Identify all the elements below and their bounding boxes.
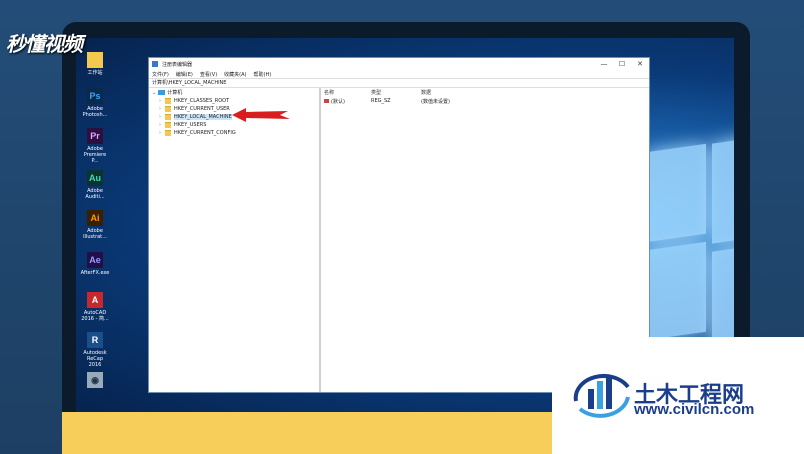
video-watermark: 秒懂视频 [6,32,83,56]
app-icon: Ai [87,210,103,226]
desktop-icon-label: Adobe Premiere P... [83,146,107,164]
value-name: (默认) [331,99,345,105]
menu-file[interactable]: 文件(F) [152,71,169,78]
desktop-icon-label: AfterFX.exe [80,270,110,276]
desktop-icon-label: 工作站 [87,70,103,76]
desktop-icon-label: Autodesk ReCap 2016 [83,350,107,368]
minimize-button[interactable]: — [595,60,613,68]
tree-item-label: HKEY_USERS [174,121,207,128]
app-icon: R [87,332,103,348]
desktop-icon[interactable]: R Autodesk ReCap 2016 [80,332,110,368]
tree-root[interactable]: ⌄ 计算机 [152,89,183,97]
tree-item-label: HKEY_LOCAL_MACHINE [174,113,232,120]
app-icon: Ae [87,252,103,268]
desktop-icon[interactable]: Au Adobe Auditi... [80,170,110,200]
app-icon: A [87,292,103,308]
tree-root-label: 计算机 [167,90,183,96]
desktop-icon[interactable]: Ai Adobe Illustrat... [80,210,110,240]
app-icon: Ps [87,88,103,104]
folder-icon [165,105,171,112]
desktop-icon-label: Adobe Illustrat... [83,228,107,240]
address-bar[interactable]: 计算机\HKEY_LOCAL_MACHINE [149,78,649,88]
menu-edit[interactable]: 编辑(E) [176,71,193,78]
folder-icon [165,113,171,120]
tree-item-label: HKEY_CLASSES_ROOT [174,97,230,104]
column-header-data[interactable]: 数据 [421,89,431,96]
value-type-cell: REG_SZ [371,98,391,104]
folder-icon [165,121,171,128]
column-header-type[interactable]: 类型 [371,89,381,96]
app-icon [87,52,103,68]
desktop-icon-label: AutoCAD 2016 - 简... [81,310,109,322]
menu-help[interactable]: 帮助(H) [254,71,272,78]
app-icon: Pr [87,128,103,144]
app-icon [152,61,158,67]
maximize-button[interactable]: ☐ [613,60,631,68]
menu-view[interactable]: 查看(V) [200,71,217,78]
window-title: 注册表编辑器 [162,61,193,68]
desktop-icon[interactable]: Ae AfterFX.exe [80,252,110,276]
yellow-bar [62,412,602,454]
desktop-icon[interactable]: ◉ [80,372,110,390]
civilcn-logo-icon [573,373,630,418]
app-icon: ◉ [87,372,103,388]
tree-item[interactable]: › HKEY_USERS [159,121,206,128]
chevron-down-icon[interactable]: ⌄ [152,90,156,96]
tree-item[interactable]: › HKEY_CURRENT_CONFIG [159,129,236,136]
menu-favorites[interactable]: 收藏夹(A) [224,71,246,78]
tree-item[interactable]: › HKEY_LOCAL_MACHINE [159,113,232,120]
desktop-icon-label: Adobe Photosh... [82,106,108,118]
column-header-name[interactable]: 名称 [324,89,334,96]
tree-item[interactable]: › HKEY_CLASSES_ROOT [159,97,229,104]
desktop-icon[interactable]: A AutoCAD 2016 - 简... [80,292,110,322]
civilcn-watermark: 土木工程网 www.civilcn.com [552,337,804,454]
tree-item[interactable]: › HKEY_CURRENT_USER [159,105,230,112]
civilcn-url: www.civilcn.com [634,401,755,418]
tree-item-label: HKEY_CURRENT_USER [174,105,230,112]
value-name-cell: (默认) [324,98,345,105]
desktop-icon[interactable]: 工作站 [80,52,110,76]
computer-icon [158,90,166,95]
desktop-icon-label: Adobe Auditi... [85,188,105,200]
title-bar[interactable]: 注册表编辑器 — ☐ ✕ [149,58,649,70]
value-data-cell: (数值未设置) [421,99,450,105]
string-value-icon [324,99,329,103]
tree-pane: ⌄ 计算机 › HKEY_CLASSES_ROOT › HKEY_CURRENT_US… [149,88,321,392]
folder-icon [165,129,171,136]
annotation-arrow [232,108,290,122]
close-button[interactable]: ✕ [631,60,649,68]
tree-item-label: HKEY_CURRENT_CONFIG [174,129,236,136]
desktop-icon[interactable]: Pr Adobe Premiere P... [80,128,110,164]
app-icon: Au [87,170,103,186]
menu-bar: 文件(F) 编辑(E) 查看(V) 收藏夹(A) 帮助(H) [149,70,649,78]
folder-icon [165,97,171,104]
windows-logo-wallpaper [646,118,734,358]
desktop-icon[interactable]: Ps Adobe Photosh... [80,88,110,118]
